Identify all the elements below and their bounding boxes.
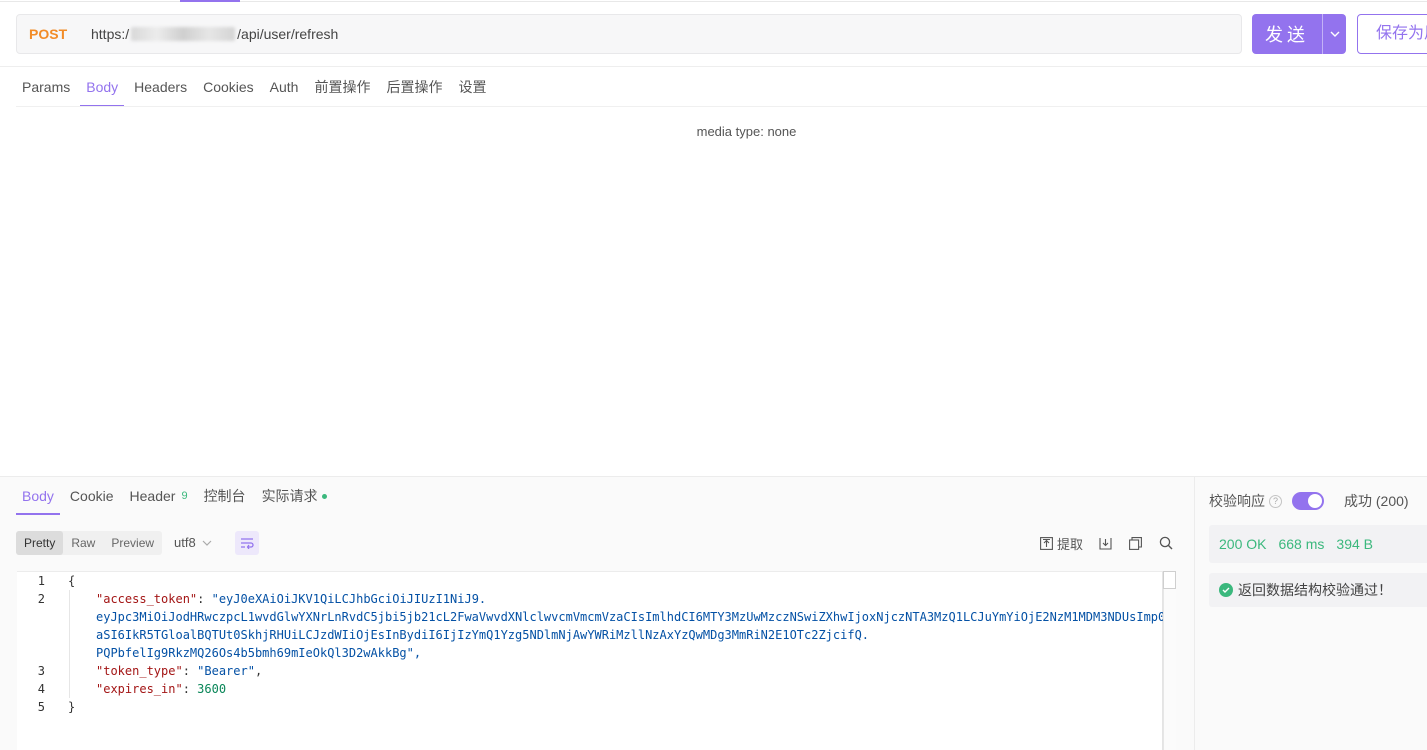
resp-tab-console[interactable]: 控制台 (198, 477, 252, 515)
line-number: 3 (37, 664, 45, 678)
method-select[interactable]: POST (17, 26, 77, 42)
chevron-down-icon (202, 540, 212, 546)
resp-tab-header[interactable]: Header 9 (124, 477, 194, 515)
help-icon[interactable]: ? (1269, 494, 1282, 508)
url-prefix: https:/ (91, 26, 130, 42)
header-count-badge: 9 (181, 490, 188, 502)
media-type-label: media type: none (696, 124, 797, 139)
verify-response-row: 校验响应 ? (1209, 489, 1324, 513)
verify-toggle[interactable] (1292, 492, 1324, 510)
check-circle-icon (1219, 583, 1233, 597)
tab-body[interactable]: Body (80, 67, 125, 107)
json-number: 3600 (197, 682, 227, 696)
tab-settings[interactable]: 设置 (452, 67, 492, 107)
encoding-value: utf8 (174, 535, 196, 550)
response-code-editor[interactable]: 1 2 3 4 5 { "access_token": "eyJ0eXAiOiJ… (17, 571, 1166, 750)
json-string-wrap: eyJpc3MiOiJodHRwczpcL1wvdGlwYXNrLnRvdC5j… (96, 610, 1166, 624)
toggle-knob (1308, 494, 1322, 508)
tab-auth[interactable]: Auth (264, 67, 305, 107)
json-key: "expires_in" (96, 682, 183, 696)
json-string-wrap: PQPbfelIg9RkzMQ26Os4b5bmh69mIeOkQl3D2wAk… (96, 646, 422, 660)
copy-icon (1129, 536, 1142, 550)
json-string: "eyJ0eXAiOiJKV1QiLCJhbGciOiJIUzI1NiJ9. (211, 592, 487, 606)
extract-button[interactable]: 提取 (1040, 531, 1083, 555)
resp-tab-header-label: Header (129, 488, 176, 504)
response-stats: 200 OK 668 ms 394 B (1209, 525, 1427, 563)
json-string-wrap: aSI6IkR5TGloalBQTUt0SkhjRHUiLCJzdWIiOjEs… (96, 628, 870, 642)
copy-button[interactable] (1129, 531, 1142, 555)
verify-result: 成功 (200) (1344, 493, 1409, 509)
search-icon (1159, 536, 1173, 550)
top-tab-strip (0, 0, 1427, 2)
tab-post-request[interactable]: 后置操作 (380, 67, 448, 107)
resp-tab-cookie[interactable]: Cookie (64, 477, 120, 515)
response-side-panel (1194, 476, 1427, 750)
json-key: "access_token" (96, 592, 198, 606)
encoding-select[interactable]: utf8 (174, 531, 212, 555)
resp-tab-body[interactable]: Body (16, 477, 60, 515)
view-pretty[interactable]: Pretty (16, 531, 64, 555)
tab-headers[interactable]: Headers (128, 67, 193, 107)
send-label: 发送 (1265, 25, 1309, 45)
tab-pre-request[interactable]: 前置操作 (308, 67, 376, 107)
resp-tab-body-label: Body (22, 488, 54, 504)
status-code: 200 OK (1219, 536, 1267, 552)
resp-tab-console-label: 控制台 (203, 488, 246, 504)
line-number: 5 (37, 700, 45, 714)
search-button[interactable] (1159, 531, 1173, 555)
send-dropdown[interactable] (1323, 31, 1346, 37)
resp-tab-cookie-label: Cookie (69, 488, 114, 504)
save-as-button[interactable]: 保存为用例 (1357, 14, 1427, 54)
response-tabs: Body Cookie Header 9 控制台 实际请求 (16, 477, 337, 515)
request-tabs: Params Body Headers Cookies Auth 前置操作 后置… (16, 67, 496, 107)
view-preview[interactable]: Preview (103, 531, 162, 555)
json-string: "Bearer" (197, 664, 255, 678)
editor-scrollbar-thumb[interactable] (1163, 571, 1176, 589)
resp-tab-actual-request[interactable]: 实际请求 (256, 477, 333, 515)
code-line-expires-in: "expires_in": 3600 (96, 682, 227, 696)
wrap-icon (241, 538, 254, 549)
extract-icon (1040, 536, 1053, 550)
resp-tab-actual-request-label: 实际请求 (261, 488, 318, 504)
redacted-host (131, 27, 236, 41)
code-close-brace: } (68, 700, 76, 714)
extract-label: 提取 (1057, 536, 1084, 552)
line-number: 4 (37, 682, 45, 696)
tab-params[interactable]: Params (16, 67, 76, 107)
json-key: "token_type" (96, 664, 183, 678)
line-number: 1 (37, 574, 45, 588)
code-line-access-token: "access_token": "eyJ0eXAiOiJKV1QiLCJhbGc… (96, 592, 487, 606)
view-mode-segment: Pretty Raw Preview (16, 531, 163, 555)
indent-guide (69, 590, 70, 698)
url-path: /api/user/refresh (237, 26, 339, 42)
download-button[interactable] (1099, 531, 1112, 555)
line-number: 2 (37, 592, 45, 606)
code-line-token-type: "token_type": "Bearer", (96, 664, 263, 678)
response-size: 394 B (1336, 536, 1373, 552)
word-wrap-button[interactable] (235, 531, 259, 555)
status-dot (321, 493, 327, 499)
chevron-down-icon (1330, 31, 1339, 37)
view-raw[interactable]: Raw (63, 531, 103, 555)
url-bar[interactable]: POST https:/ /api/user/refresh (16, 14, 1242, 54)
response-time: 668 ms (1278, 536, 1325, 552)
send-button[interactable]: 发送 (1252, 14, 1346, 54)
download-icon (1099, 537, 1112, 550)
divider (16, 106, 1427, 107)
code-open-brace: { (68, 574, 76, 588)
schema-check-result: 返回数据结构校验通过！ (1209, 573, 1427, 607)
url-input[interactable]: https:/ /api/user/refresh (91, 26, 338, 42)
tab-cookies[interactable]: Cookies (197, 67, 260, 107)
active-tab-indicator (180, 0, 240, 2)
editor-scrollbar-track[interactable] (1163, 571, 1176, 750)
verify-label: 校验响应 (1209, 493, 1265, 509)
check-message: 返回数据结构校验通过！ (1238, 582, 1392, 598)
